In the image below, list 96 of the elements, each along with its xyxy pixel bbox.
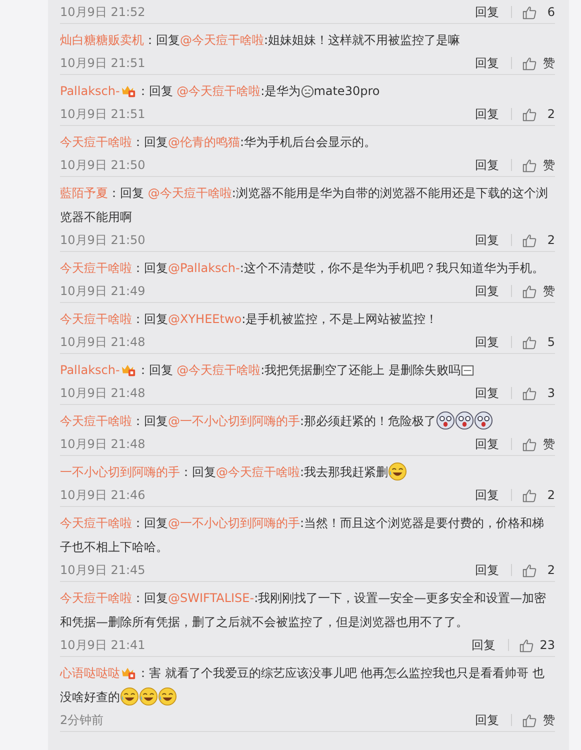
mention-link[interactable]: @今天痘干啥啦	[216, 465, 300, 479]
emoji-icon	[139, 687, 158, 706]
comment-time: 10月9日 21:46	[60, 486, 146, 504]
mention-link[interactable]: @一不小心切到阿嗨的手	[168, 516, 300, 530]
thumbs-up-icon[interactable]	[522, 106, 537, 122]
reply-link[interactable]: 回复	[475, 334, 499, 350]
mention-link[interactable]: @今天痘干啥啦	[180, 33, 264, 47]
reply-link[interactable]: 回复	[475, 562, 499, 578]
like-count: 赞	[543, 156, 555, 174]
thumbs-up-icon[interactable]	[522, 712, 537, 728]
mention-link[interactable]: @一不小心切到阿嗨的手	[168, 414, 300, 428]
reply-link[interactable]: 回复	[475, 4, 499, 20]
user-name[interactable]: 一不小心切到阿嗨的手	[60, 465, 180, 479]
comment-text: 今天痘干啥啦：回复@一不小心切到阿嗨的手:当然！而且这个浏览器是要付费的，价格和梯子也不相上下哈哈。	[60, 515, 546, 556]
comment-time: 10月9日 21:48	[60, 334, 146, 350]
mention-link[interactable]: @SWIFTALISE-	[168, 591, 254, 605]
user-name[interactable]: 今天痘干啥啦	[60, 312, 132, 326]
reply-link[interactable]: 回复	[475, 106, 499, 122]
comment-text: Pallaksch- ：回复 @今天痘干啥啦:我把凭据删空了还能上 是删除失败吗	[60, 358, 555, 382]
user-name[interactable]: 今天痘干啥啦	[60, 516, 132, 530]
thumbs-up-icon[interactable]	[522, 56, 537, 70]
thumbs-up-icon[interactable]	[522, 232, 537, 248]
emoji-icon	[436, 411, 456, 430]
emoji-icon	[158, 687, 177, 706]
comment-text: Pallaksch- ：回复 @今天痘干啥啦:是华为 mate30pro	[60, 82, 381, 100]
comment-time: 10月9日 21:41	[60, 636, 146, 654]
thumbs-up-icon[interactable]	[522, 488, 537, 502]
mention-link[interactable]: @Pallaksch-	[168, 261, 240, 275]
user-name[interactable]: 灿白糖糖贩卖机	[60, 33, 144, 47]
like-count: 赞	[543, 436, 555, 452]
thumbs-up-icon[interactable]	[522, 386, 537, 400]
user-name[interactable]: 藍陌予夏	[60, 186, 108, 200]
mention-link[interactable]: @XYHEEtwo	[168, 312, 242, 326]
thumbs-up-icon[interactable]	[522, 4, 537, 20]
comment-text: 今天痘干啥啦：回复@一不小心切到阿嗨的手:那必须赶紧的！危险极了	[60, 409, 555, 433]
thumbs-up-icon[interactable]	[518, 638, 534, 652]
like-count: 赞	[543, 282, 555, 300]
like-count: 6	[546, 5, 555, 19]
like-count: 2	[546, 107, 555, 121]
comment-text: 灿白糖糖贩卖机：回复@今天痘干啥啦:姐妹姐妹！这样就不用被监控了是嘛	[60, 32, 462, 49]
emoji-icon	[460, 364, 474, 377]
like-count: 23	[540, 638, 555, 652]
user-name[interactable]: Pallaksch-	[60, 84, 120, 98]
comment-text: 今天痘干啥啦：回复@伦青的鸣猫:华为手机后台会显示的。	[60, 134, 378, 151]
like-count: 5	[546, 335, 555, 349]
comment-time: 2分钟前	[60, 712, 104, 728]
thumbs-up-icon[interactable]	[522, 562, 537, 578]
comment-time: 10月9日 21:52	[60, 4, 146, 20]
like-count: 2	[546, 233, 555, 247]
reply-link[interactable]: 回复	[475, 436, 499, 452]
comment-text: 心语哒哒哒 ：害 就看了个我爱豆的综艺应该没事儿吧 他再怎么监控我也只是看看帅哥 也没啥好查的	[60, 664, 546, 708]
mention-link[interactable]: @今天痘干啥啦	[148, 186, 232, 200]
emoji-icon	[474, 411, 494, 430]
comment-time: 10月9日 21:45	[60, 562, 146, 578]
comment-text: 藍陌予夏：回复 @今天痘干啥啦:浏览器不能用是华为自带的浏览器不能用还是下载的这个浏览器不能用啊	[60, 185, 549, 226]
thumbs-up-icon[interactable]	[522, 284, 537, 298]
like-count: 2	[546, 563, 555, 577]
reply-link[interactable]: 回复	[475, 712, 499, 728]
user-name[interactable]: 今天痘干啥啦	[60, 135, 132, 149]
comment-time: 10月9日 21:51	[60, 106, 146, 122]
emoji-icon	[455, 411, 474, 430]
thumbs-up-icon[interactable]	[522, 436, 537, 452]
user-name[interactable]: Pallaksch-	[60, 363, 120, 377]
mention-link[interactable]: @今天痘干啥啦	[176, 363, 261, 377]
user-name[interactable]: 心语哒哒哒	[60, 666, 120, 680]
comment-time: 10月9日 21:51	[60, 54, 146, 72]
reply-link[interactable]: 回复	[475, 156, 499, 174]
like-count: 3	[546, 386, 555, 400]
like-count: 赞	[543, 54, 555, 72]
emoji-icon	[388, 462, 408, 481]
comment-time: 10月9日 21:50	[60, 232, 146, 248]
reply-link[interactable]: 回复	[475, 384, 499, 402]
reply-link[interactable]: 回复	[475, 54, 499, 72]
thumbs-up-icon[interactable]	[522, 158, 537, 172]
reply-link[interactable]: 回复	[472, 636, 496, 654]
reply-link[interactable]: 回复	[475, 232, 499, 248]
comment-time: 10月9日 21:49	[60, 282, 146, 300]
comment-text: 今天痘干啥啦：回复@SWIFTALISE-:我刚刚找了一下，设置—安全—更多安全和设置—加密和凭据—删除所有凭据，删了之后就不会被监控了，但是浏览器也用不了了。	[60, 590, 548, 631]
comment-text: 今天痘干啥啦：回复@XYHEEtwo:是手机被监控，不是上网站被监控！	[60, 311, 439, 328]
reply-link[interactable]: 回复	[475, 282, 499, 300]
user-name[interactable]: 今天痘干啥啦	[60, 591, 132, 605]
reply-link[interactable]: 回复	[475, 486, 499, 504]
mention-link[interactable]: @伦青的鸣猫	[168, 135, 240, 149]
comment-text: 今天痘干啥啦：回复@Pallaksch-:这个不清楚哎，你不是华为手机吧？我只知道华为手机。	[60, 260, 545, 277]
user-name[interactable]: 今天痘干啥啦	[60, 414, 132, 428]
emoji-icon	[120, 687, 139, 706]
comment-time: 10月9日 21:50	[60, 156, 146, 174]
like-count: 赞	[543, 712, 555, 728]
comment-text: 一不小心切到阿嗨的手：回复@今天痘干啥啦:我去那我赶紧删	[60, 460, 555, 484]
comment-time: 10月9日 21:48	[60, 384, 146, 402]
thumbs-up-icon[interactable]	[522, 334, 537, 350]
user-name[interactable]: 今天痘干啥啦	[60, 261, 132, 275]
mention-link[interactable]: @今天痘干啥啦	[176, 84, 261, 98]
like-count: 2	[546, 488, 555, 502]
comment-time: 10月9日 21:48	[60, 436, 146, 452]
emoji-icon	[300, 85, 314, 98]
